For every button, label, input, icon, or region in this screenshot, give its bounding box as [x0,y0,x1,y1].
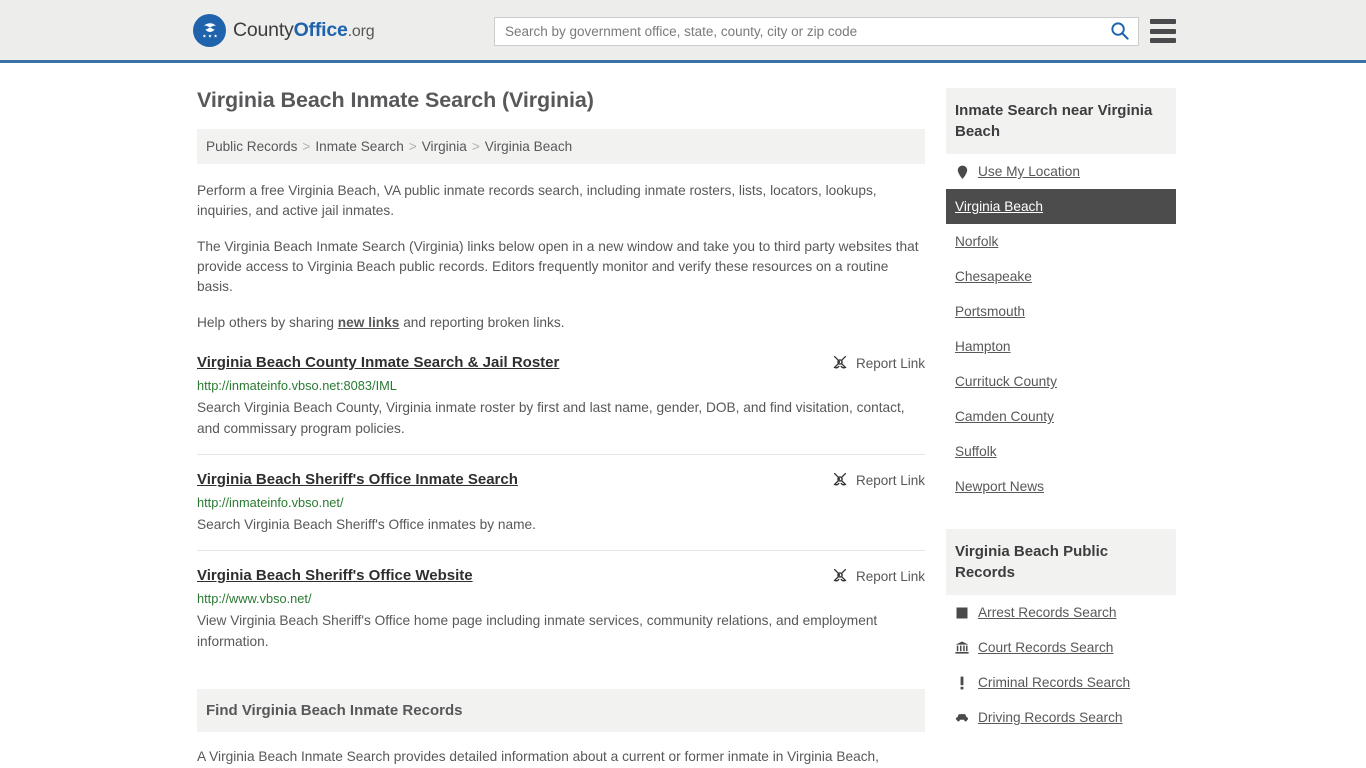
broken-link-icon [832,567,848,586]
result-item: Virginia Beach County Inmate Search & Ja… [197,353,925,455]
search-icon [1110,21,1129,43]
sidebar-public-records-list: Arrest Records Search Court Recor [946,595,1176,735]
main-content: Virginia Beach Inmate Search (Virginia) … [197,63,925,768]
hamburger-menu-icon[interactable] [1150,19,1176,43]
sidebar-link-suffolk[interactable]: Suffolk [955,444,997,459]
result-description: Search Virginia Beach County, Virginia i… [197,397,925,439]
result-title-link[interactable]: Virginia Beach Sheriff's Office Website [197,566,473,585]
sidebar-link-driving-records-search[interactable]: Driving Records Search [978,710,1123,725]
result-item: Virginia Beach Sheriff's Office Website … [197,566,925,667]
search-bar[interactable] [494,17,1139,46]
sidebar-item-criminal-records-search[interactable]: Criminal Records Search [946,665,1176,700]
results-list: Virginia Beach County Inmate Search & Ja… [197,353,925,667]
sidebar-link-use-my-location[interactable]: Use My Location [978,164,1080,179]
sidebar-link-virginia-beach[interactable]: Virginia Beach [955,199,1043,214]
sidebar-link-portsmouth[interactable]: Portsmouth [955,304,1025,319]
report-link-button[interactable]: Report Link [832,470,925,490]
sidebar-link-chesapeake[interactable]: Chesapeake [955,269,1032,284]
breadcrumb-item-virginia-beach[interactable]: Virginia Beach [485,139,572,154]
page-layout: Virginia Beach Inmate Search (Virginia) … [0,63,1366,768]
result-header: Virginia Beach Sheriff's Office Website … [197,566,925,586]
sidebar-link-hampton[interactable]: Hampton [955,339,1011,354]
countyoffice-eagle-logo-icon [193,14,226,47]
intro-paragraph-3: Help others by sharing new links and rep… [197,313,925,333]
find-records-heading: Find Virginia Beach Inmate Records [197,689,925,732]
report-link-label: Report Link [856,356,925,371]
courthouse-icon [955,641,969,655]
sidebar-nearby-list: Use My Location Virginia Beach Norfolk C… [946,154,1176,504]
site-logo-link[interactable]: CountyOffice.org [193,14,374,47]
sidebar-item-arrest-records-search[interactable]: Arrest Records Search [946,595,1176,630]
result-url: http://www.vbso.net/ [197,591,925,607]
exclamation-icon [955,676,969,690]
map-pin-icon [955,165,969,179]
site-header: CountyOffice.org [0,0,1366,63]
hamburger-bar-1 [1150,19,1176,24]
sidebar-link-arrest-records-search[interactable]: Arrest Records Search [978,605,1116,620]
sidebar-item-suffolk[interactable]: Suffolk [946,434,1176,469]
result-title-link[interactable]: Virginia Beach County Inmate Search & Ja… [197,353,559,372]
sidebar-item-driving-records-search[interactable]: Driving Records Search [946,700,1176,735]
sidebar-item-chesapeake[interactable]: Chesapeake [946,259,1176,294]
sidebar-item-camden-county[interactable]: Camden County [946,399,1176,434]
brand-word-office: Office [294,19,348,41]
result-description: View Virginia Beach Sheriff's Office hom… [197,610,925,652]
sidebar-item-hampton[interactable]: Hampton [946,329,1176,364]
result-item: Virginia Beach Sheriff's Office Inmate S… [197,470,925,551]
sidebar: Inmate Search near Virginia Beach Use My… [946,63,1176,768]
search-input[interactable] [495,18,1100,45]
hamburger-bar-3 [1150,38,1176,43]
page-title: Virginia Beach Inmate Search (Virginia) [197,88,925,113]
report-link-label: Report Link [856,569,925,584]
breadcrumb: Public Records > Inmate Search > Virginia > Vi… [197,129,925,164]
result-title-link[interactable]: Virginia Beach Sheriff's Office Inmate S… [197,470,518,489]
sidebar-public-records-card: Virginia Beach Public Records Arrest Rec… [946,529,1176,735]
sidebar-item-virginia-beach[interactable]: Virginia Beach [946,189,1176,224]
result-description: Search Virginia Beach Sheriff's Office i… [197,514,925,535]
new-links-link[interactable]: new links [338,315,400,330]
site-brand-name: CountyOffice.org [233,19,374,42]
sidebar-link-norfolk[interactable]: Norfolk [955,234,998,249]
brand-word-tld: .org [348,23,375,40]
result-url: http://inmateinfo.vbso.net/ [197,495,925,511]
sidebar-link-court-records-search[interactable]: Court Records Search [978,640,1113,655]
sidebar-link-currituck-county[interactable]: Currituck County [955,374,1057,389]
breadcrumb-item-public-records[interactable]: Public Records [206,139,297,154]
sidebar-nearby-card: Inmate Search near Virginia Beach Use My… [946,88,1176,504]
broken-link-icon [832,354,848,373]
broken-link-icon [832,471,848,490]
result-url: http://inmateinfo.vbso.net:8083/IML [197,378,925,394]
breadcrumb-item-virginia[interactable]: Virginia [422,139,467,154]
share-text-suffix: and reporting broken links. [399,315,564,330]
breadcrumb-separator: > [302,139,310,154]
sidebar-item-norfolk[interactable]: Norfolk [946,224,1176,259]
sidebar-public-records-heading: Virginia Beach Public Records [946,529,1176,595]
find-records-body: A Virginia Beach Inmate Search provides … [197,746,925,768]
search-submit-button[interactable] [1100,18,1138,45]
sidebar-link-camden-county[interactable]: Camden County [955,409,1054,424]
result-header: Virginia Beach Sheriff's Office Inmate S… [197,470,925,490]
hamburger-bar-2 [1150,29,1176,34]
breadcrumb-item-inmate-search[interactable]: Inmate Search [315,139,403,154]
car-icon [955,711,969,725]
intro-paragraph-2: The Virginia Beach Inmate Search (Virgin… [197,237,925,297]
sidebar-link-criminal-records-search[interactable]: Criminal Records Search [978,675,1130,690]
brand-word-county: County [233,19,294,41]
result-header: Virginia Beach County Inmate Search & Ja… [197,353,925,373]
sidebar-item-newport-news[interactable]: Newport News [946,469,1176,504]
fingerprint-icon [955,606,969,620]
sidebar-nearby-heading: Inmate Search near Virginia Beach [946,88,1176,154]
report-link-button[interactable]: Report Link [832,353,925,373]
breadcrumb-separator: > [472,139,480,154]
report-link-button[interactable]: Report Link [832,566,925,586]
sidebar-item-use-my-location[interactable]: Use My Location [946,154,1176,189]
share-text-prefix: Help others by sharing [197,315,338,330]
intro-paragraph-1: Perform a free Virginia Beach, VA public… [197,181,925,221]
sidebar-item-portsmouth[interactable]: Portsmouth [946,294,1176,329]
breadcrumb-separator: > [409,139,417,154]
sidebar-item-court-records-search[interactable]: Court Records Search [946,630,1176,665]
sidebar-item-currituck-county[interactable]: Currituck County [946,364,1176,399]
report-link-label: Report Link [856,473,925,488]
sidebar-link-newport-news[interactable]: Newport News [955,479,1044,494]
